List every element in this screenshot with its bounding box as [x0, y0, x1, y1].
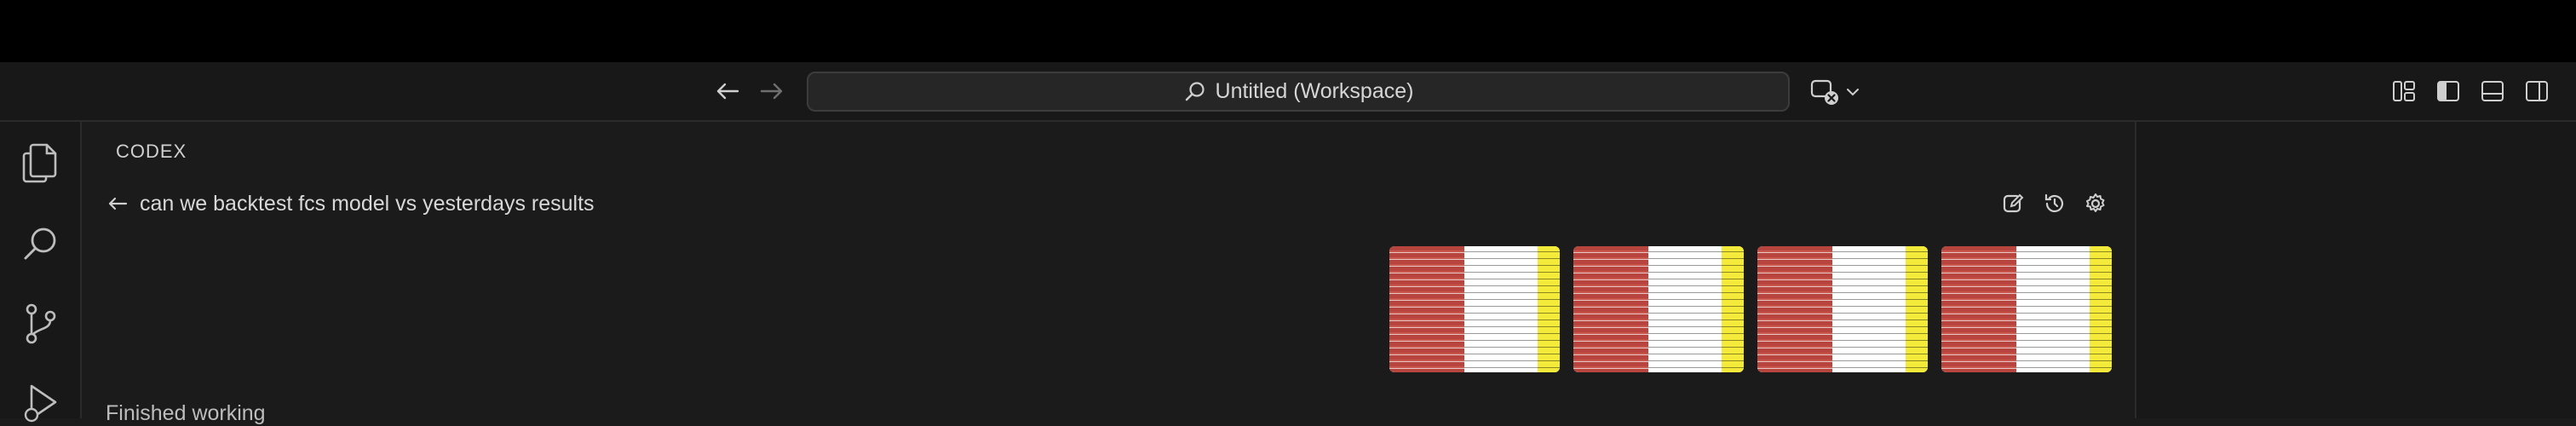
search-icon	[1183, 80, 1207, 104]
gear-icon[interactable]	[2084, 192, 2107, 216]
window-top-bar	[0, 0, 2576, 62]
explorer-icon[interactable]	[19, 141, 63, 185]
forward-button[interactable]	[755, 74, 789, 108]
attachment-thumbnail[interactable]	[1941, 246, 2112, 372]
copilot-menu-button[interactable]	[1810, 77, 1860, 107]
attachment-thumbnail[interactable]	[1389, 246, 1560, 372]
copilot-icon	[1810, 78, 1841, 106]
panel-title: CODEX	[116, 141, 187, 162]
toggle-secondary-sidebar-icon[interactable]	[2522, 77, 2551, 106]
back-to-threads-button[interactable]	[106, 192, 129, 216]
codex-panel: CODEX can we backtest fcs model vs yeste…	[82, 122, 2135, 425]
attachment-thumbnail[interactable]	[1573, 246, 1744, 372]
attachment-thumbnails	[1389, 246, 2112, 372]
command-center-search[interactable]: Untitled (Workspace)	[807, 72, 1790, 112]
customize-layout-icon[interactable]	[2389, 77, 2418, 106]
source-control-icon[interactable]	[19, 302, 63, 346]
workspace-title: Untitled (Workspace)	[1215, 79, 1414, 103]
activity-bar	[0, 122, 82, 423]
search-icon[interactable]	[19, 222, 63, 266]
thread-title: can we backtest fcs model vs yesterdays …	[140, 192, 595, 216]
history-icon[interactable]	[2043, 192, 2067, 216]
chevron-down-icon	[1846, 87, 1860, 97]
new-chat-icon[interactable]	[2002, 192, 2026, 216]
toggle-primary-sidebar-icon[interactable]	[2434, 77, 2463, 106]
toggle-panel-icon[interactable]	[2478, 77, 2507, 106]
status-text: Finished working	[106, 401, 266, 425]
attachment-thumbnail[interactable]	[1757, 246, 1928, 372]
arrow-left-icon	[716, 82, 739, 101]
title-bar: Untitled (Workspace)	[0, 62, 2576, 122]
back-button[interactable]	[710, 74, 745, 108]
secondary-sidebar	[2135, 122, 2576, 418]
arrow-right-icon	[760, 82, 784, 101]
run-and-debug-icon[interactable]	[19, 380, 63, 424]
arrow-left-icon	[107, 195, 128, 212]
